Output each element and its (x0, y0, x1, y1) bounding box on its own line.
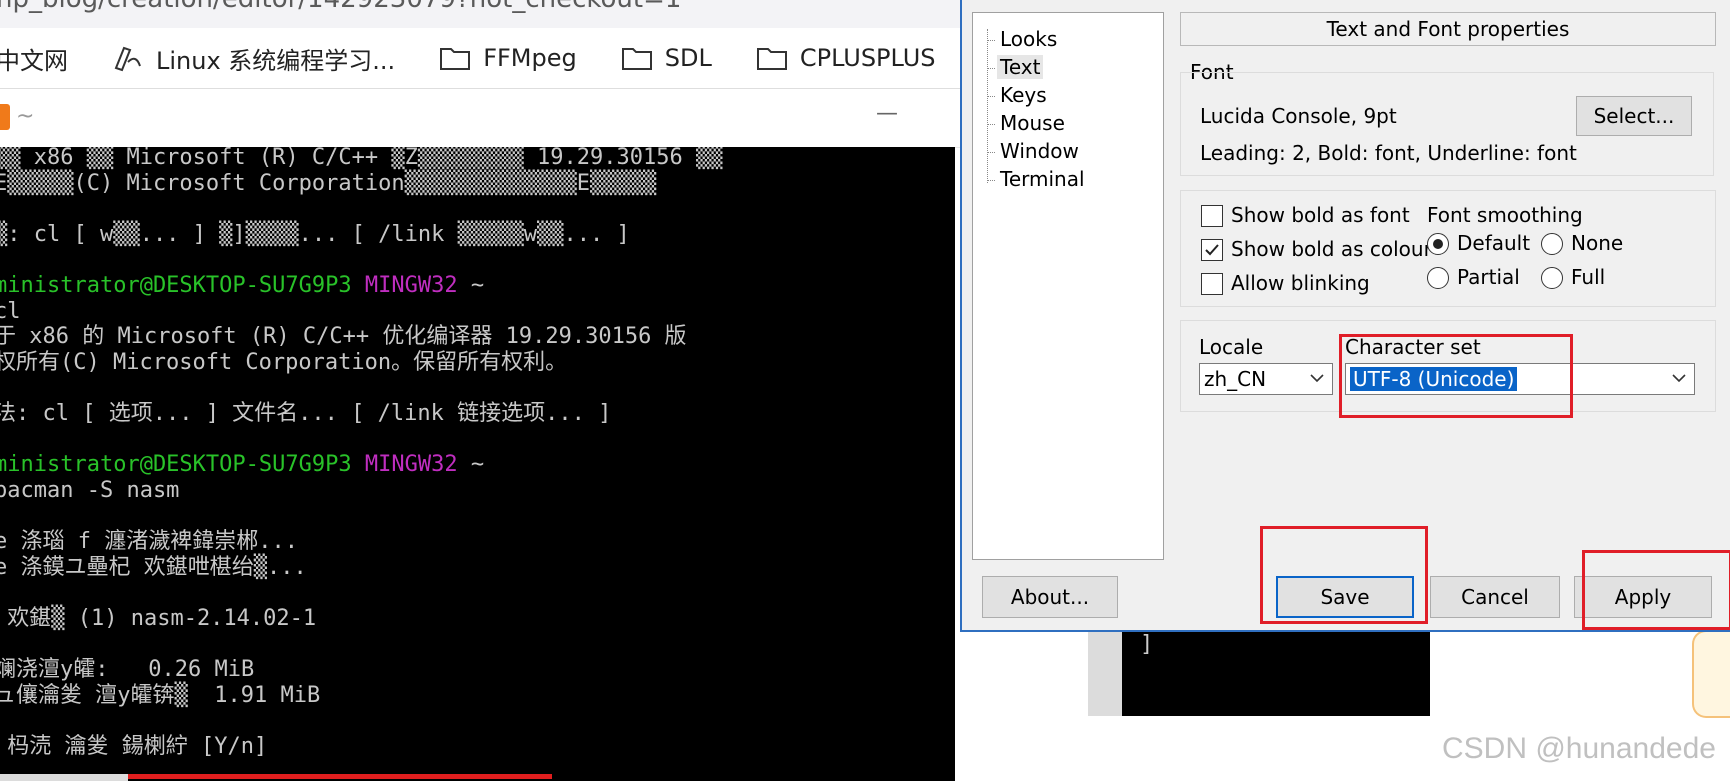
tree-item-terminal[interactable]: Terminal (997, 167, 1088, 191)
terminal-titlebar[interactable]: ~ — (0, 89, 960, 148)
pen-icon (114, 46, 141, 72)
terminal-line: 斓浇澶у皬: 0.26 MiB (0, 657, 255, 682)
bookmark-label: FFMpeg (483, 44, 577, 72)
about-button[interactable]: About... (982, 576, 1118, 618)
bookmark-label: SDL (664, 44, 712, 72)
bookmark-item[interactable]: FFMpeg (439, 44, 577, 72)
terminal-line: 权所有(C) Microsoft Corporation。保留所有权利。 (0, 349, 568, 375)
text-options-group: Show bold as font Show bold as colour Al… (1180, 190, 1716, 307)
tree-item-mouse[interactable]: Mouse (997, 111, 1068, 135)
bookmark-label: CPLUSPLUS (799, 44, 936, 72)
font-name: Lucida Console, 9pt (1200, 104, 1397, 128)
select-font-button[interactable]: Select... (1576, 96, 1692, 136)
bookmark-label: Linux 系统编程学习... (156, 46, 396, 75)
background-scrollbar (1088, 630, 1122, 716)
radio-label: Full (1571, 265, 1606, 289)
smoothing-partial-radio[interactable] (1427, 267, 1449, 289)
progress-underline (128, 774, 552, 779)
tree-item-window[interactable]: Window (997, 139, 1082, 163)
tree-connector (987, 68, 995, 69)
tree-item-looks[interactable]: Looks (997, 27, 1060, 51)
terminal-line: pacman -S nasm (0, 477, 180, 503)
mintty-icon (0, 104, 10, 130)
show-bold-as-colour-checkbox[interactable] (1201, 239, 1223, 261)
bookmarks-bar: 中文网 Linux 系统编程学习... FFMpeg SDL CPLUSPLUS (0, 28, 960, 89)
terminal-scrollbar[interactable] (0, 774, 128, 781)
terminal-line: 杩涜 瀹夎 鍚楋紵 [Y/n] (0, 733, 268, 759)
terminal-line: cl (0, 298, 21, 324)
checkbox-label: Show bold as font (1231, 203, 1410, 227)
smoothing-full-radio[interactable] (1541, 267, 1563, 289)
tree-connector (987, 29, 988, 183)
folder-icon (756, 48, 787, 70)
tree-connector (987, 180, 995, 181)
prompt-user: ministrator@DESKTOP-SU7G9P3 (0, 452, 352, 478)
watermark: CSDN @hunandede (1442, 732, 1716, 765)
address-bar[interactable]: np_blog/creation/editor/142923079?not_ch… (0, 0, 960, 28)
checkmark-icon (1205, 244, 1219, 256)
terminal-line: E▒▒▒▒▒(C) Microsoft Corporation▒▒▒▒▒▒▒▒▒… (0, 170, 657, 196)
radio-dot (1433, 239, 1443, 249)
terminal-output[interactable]: ▒▒ x86 ▒▒ Microsoft (R) C/C++ ▒Z▒▒▒▒▒▒▒▒… (0, 147, 955, 781)
checkbox-label: Show bold as colour (1231, 237, 1432, 261)
terminal-line: e 涤鏌ユ壘杞 欢鍖呭椹绐▒... (0, 554, 307, 580)
address-bar-text: np_blog/creation/editor/142923079?not_ch… (0, 0, 681, 14)
radio-label: None (1571, 231, 1624, 255)
font-details: Leading: 2, Bold: font, Underline: font (1200, 141, 1577, 165)
side-widget[interactable] (1692, 630, 1730, 718)
minimize-button[interactable]: — (876, 101, 898, 126)
bookmark-label: 中文网 (0, 46, 68, 75)
cancel-button[interactable]: Cancel (1430, 576, 1560, 618)
folder-icon (440, 48, 471, 70)
annotation-box-apply (1582, 550, 1730, 630)
prompt-env: MINGW32 (351, 273, 458, 298)
font-smoothing-label: Font smoothing (1427, 203, 1583, 227)
tree-connector (987, 152, 995, 153)
locale-value: zh_CN (1204, 367, 1267, 391)
radio-label: Partial (1457, 265, 1520, 289)
terminal-line: ュ儴瀹夎 澶у皬锛▒ 1.91 MiB (0, 682, 321, 708)
chevron-down-icon (1672, 374, 1686, 383)
smoothing-default-radio[interactable] (1427, 233, 1449, 255)
locale-dropdown[interactable]: zh_CN (1199, 363, 1333, 395)
terminal-line: 欢鍖▒ (1) nasm-2.14.02-1 (0, 605, 317, 631)
options-dialog: Looks Text Keys Mouse Window Terminal Te… (960, 0, 1730, 632)
tree-item-keys[interactable]: Keys (997, 83, 1050, 107)
terminal-prompt-line: ministrator@DESKTOP-SU7G9P3 MINGW32 ~ (0, 452, 484, 478)
bookmark-item[interactable]: 中文网 (0, 41, 68, 76)
tree-item-text[interactable]: Text (997, 55, 1044, 79)
terminal-line: e 涤瑙 f 瀍渚濊裨鍏崇郴... (0, 529, 298, 554)
prompt-dir: ~ (457, 273, 485, 298)
terminal-line: 法: cl [ 选项... ] 文件名... [ /link 链接选项... ] (0, 401, 612, 426)
bookmark-item[interactable]: Linux 系统编程学习... (112, 41, 395, 76)
allow-blinking-checkbox[interactable] (1201, 273, 1223, 295)
prompt-env: MINGW32 (351, 452, 458, 478)
locale-label: Locale (1199, 335, 1264, 359)
annotation-box-save (1260, 526, 1428, 624)
panel-title: Text and Font properties (1180, 12, 1716, 46)
terminal-line: 于 x86 的 Microsoft (R) C/C++ 优化编译器 19.29.… (0, 324, 687, 350)
prompt-dir: ~ (457, 452, 485, 478)
prompt-user: ministrator@DESKTOP-SU7G9P3 (0, 273, 352, 298)
font-group: Font Lucida Console, 9pt Leading: 2, Bol… (1180, 58, 1716, 178)
checkbox-label: Allow blinking (1231, 271, 1370, 295)
terminal-line: ▒▒ x86 ▒▒ Microsoft (R) C/C++ ▒Z▒▒▒▒▒▒▒▒… (0, 147, 723, 170)
smoothing-none-radio[interactable] (1541, 233, 1563, 255)
folder-icon (621, 48, 652, 70)
bookmark-item[interactable]: SDL (621, 44, 712, 72)
terminal-prompt-line: ministrator@DESKTOP-SU7G9P3 MINGW32 ~ (0, 273, 484, 299)
terminal-title: ~ (16, 104, 35, 129)
background-terminal-text: ] (1140, 632, 1154, 657)
chevron-down-icon (1310, 374, 1324, 383)
terminal-line: ▒: cl [ w▒▒... ] ▒]▒▒▒▒... [ /link ▒▒▒▒▒… (0, 221, 630, 247)
bookmark-item[interactable]: CPLUSPLUS (756, 44, 936, 72)
tree-connector (987, 124, 995, 125)
annotation-box-charset (1339, 334, 1573, 418)
show-bold-as-font-checkbox[interactable] (1201, 205, 1223, 227)
tree-connector (987, 40, 995, 41)
tree-connector (987, 96, 995, 97)
category-tree[interactable]: Looks Text Keys Mouse Window Terminal (972, 12, 1164, 560)
radio-label: Default (1457, 231, 1531, 255)
